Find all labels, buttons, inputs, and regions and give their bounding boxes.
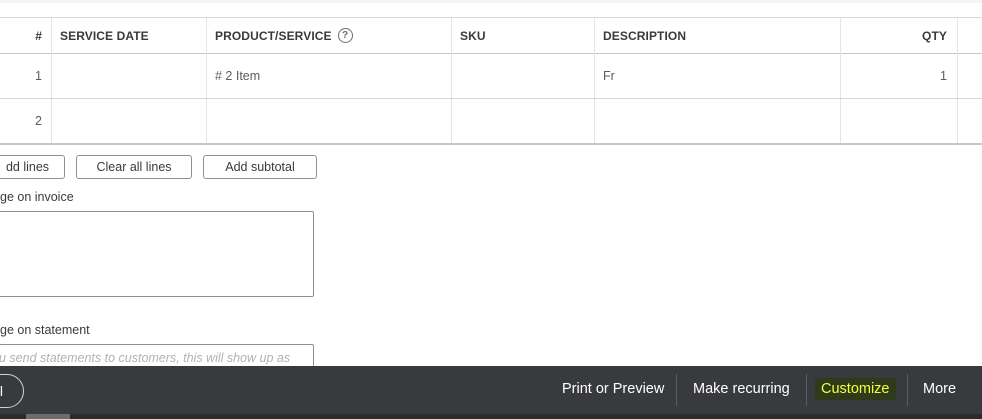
clear-all-lines-button[interactable]: Clear all lines	[76, 155, 192, 179]
product-service-cell[interactable]	[207, 99, 452, 143]
footer-divider	[806, 374, 807, 406]
header-product-service-label: PRODUCT/SERVICE	[215, 28, 332, 43]
make-recurring-button[interactable]: Make recurring	[693, 366, 790, 412]
qty-cell[interactable]: 1	[841, 53, 958, 98]
overflow-cell	[958, 99, 982, 143]
customize-label: Customize	[815, 378, 896, 400]
qty-cell[interactable]	[841, 99, 958, 143]
product-service-cell[interactable]: # 2 Item	[207, 53, 452, 98]
service-date-cell[interactable]	[52, 99, 207, 143]
table-row[interactable]: 2	[0, 99, 982, 145]
more-button[interactable]: More	[923, 366, 956, 412]
footer-divider	[907, 374, 908, 406]
customize-button[interactable]: Customize	[815, 366, 896, 412]
message-on-statement-label: ge on statement	[0, 323, 90, 337]
footer-action-bar: l Print or Preview Make recurring Custom…	[0, 366, 982, 419]
header-overflow	[958, 18, 982, 53]
header-product-service: PRODUCT/SERVICE ?	[207, 18, 452, 53]
row-num: 1	[0, 53, 52, 98]
message-on-invoice-field[interactable]	[0, 211, 314, 297]
footer-tab-indicator	[26, 414, 70, 419]
header-qty: QTY	[841, 18, 958, 53]
description-cell[interactable]: Fr	[595, 53, 841, 98]
sku-cell[interactable]	[452, 53, 595, 98]
table-row[interactable]: 1 # 2 Item Fr 1	[0, 53, 982, 99]
footer-left-pill-button[interactable]: l	[0, 374, 24, 408]
help-icon[interactable]: ?	[337, 28, 353, 43]
header-description: DESCRIPTION	[595, 18, 841, 53]
description-cell[interactable]	[595, 99, 841, 143]
header-num: #	[0, 18, 52, 53]
sku-cell[interactable]	[452, 99, 595, 143]
footer-bottom-strip	[0, 414, 982, 419]
row-num: 2	[0, 99, 52, 143]
add-lines-button[interactable]: dd lines	[0, 155, 65, 179]
footer-divider	[676, 374, 677, 406]
table-header-row: # SERVICE DATE PRODUCT/SERVICE ? SKU DES…	[0, 17, 982, 54]
print-or-preview-button[interactable]: Print or Preview	[562, 366, 664, 412]
add-subtotal-button[interactable]: Add subtotal	[203, 155, 317, 179]
message-on-invoice-label: ge on invoice	[0, 190, 74, 204]
overflow-cell	[958, 53, 982, 98]
header-sku: SKU	[452, 18, 595, 53]
service-date-cell[interactable]	[52, 53, 207, 98]
top-strip	[0, 0, 982, 3]
header-service-date: SERVICE DATE	[52, 18, 207, 53]
